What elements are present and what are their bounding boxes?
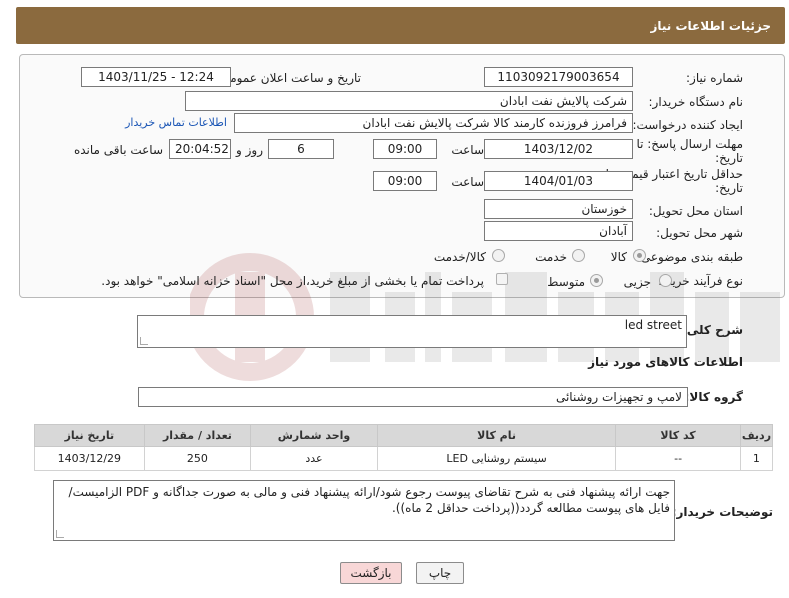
col-header-date: تاریخ نیاز [34,424,145,447]
price-validity-time-field[interactable]: 09:00 [373,171,437,191]
cell-code: -- [615,446,741,471]
purchase-radio-minor[interactable] [659,274,672,287]
goods-info-title: اطلاعات کالاهای مورد نیاز [588,355,743,369]
purchase-option-minor: جزیی [623,275,651,289]
page-title: جزئیات اطلاعات نیاز [650,19,771,33]
price-validity-label-date: تاریخ: [715,181,743,195]
treasury-payment-checkbox[interactable] [496,273,508,285]
category-radio-service[interactable] [572,249,585,262]
back-button[interactable]: بازگشت [340,562,402,584]
resize-grip-icon[interactable] [140,337,148,345]
table-row[interactable]: 1 -- سیستم روشنایی LED عدد 250 1403/12/2… [34,446,774,471]
delivery-city-field[interactable]: آبادان [484,221,633,241]
col-header-name: نام کالا [376,424,617,447]
goods-table: ردیف کد کالا نام کالا واحد شمارش تعداد /… [34,424,774,471]
treasury-payment-note: پرداخت تمام یا بخشی از مبلغ خرید،از محل … [101,274,484,288]
reply-time-label: ساعت [451,143,484,157]
col-header-row-num: ردیف [739,424,774,447]
delivery-city-label: شهر محل تحویل: [656,226,743,240]
reply-deadline-label: مهلت ارسال پاسخ: تا [636,137,743,151]
purchase-radio-medium[interactable] [590,274,603,287]
need-number-label: شماره نیاز: [686,71,743,85]
cell-name: سیستم روشنایی LED [376,446,617,471]
time-remaining-field[interactable]: 20:04:52 [169,139,231,159]
requester-field[interactable]: فرامرز فروزنده کارمند کالا شرکت پالایش ن… [234,113,633,133]
col-header-unit: واحد شمارش [250,424,378,447]
table-header-row: ردیف کد کالا نام کالا واحد شمارش تعداد /… [34,424,774,447]
requester-label: ایجاد کننده درخواست: [632,118,743,132]
buyer-notes-textarea[interactable]: جهت ارائه پیشنهاد فنی به شرح تقاضای پیوس… [53,480,675,541]
col-header-code: کد کالا [615,424,741,447]
print-button[interactable]: چاپ [416,562,464,584]
category-label: طبقه بندی موضوعی: [636,250,743,264]
category-option-service: خدمت [535,250,567,264]
category-radio-goods-service[interactable] [492,249,505,262]
buyer-org-field[interactable]: شرکت پالایش نفت ابادان [185,91,633,111]
buyer-contact-link[interactable]: اطلاعات تماس خریدار [125,116,227,129]
general-desc-text: led street [624,318,682,332]
buyer-notes-label: توضیحات خریدار: [671,505,773,519]
purchase-option-medium: متوسط [547,275,585,289]
page-header: جزئیات اطلاعات نیاز [16,7,785,44]
announce-datetime-field[interactable]: 1403/11/25 - 12:24 [81,67,231,87]
buyer-org-label: نام دستگاه خریدار: [648,95,744,109]
price-validity-time-label: ساعت [451,175,484,189]
delivery-province-label: استان محل تحویل: [648,204,743,218]
cell-row-num: 1 [739,446,774,471]
category-radio-goods[interactable] [633,249,646,262]
reply-date-field[interactable]: 1403/12/02 [484,139,633,159]
delivery-province-field[interactable]: خوزستان [484,199,633,219]
cell-date: 1403/12/29 [34,446,145,471]
resize-grip-icon[interactable] [56,530,64,538]
cell-qty: 250 [143,446,252,471]
reply-time-field[interactable]: 09:00 [373,139,437,159]
reply-deadline-label-date: تاریخ: [715,151,743,165]
need-number-field[interactable]: 1103092179003654 [484,67,633,87]
cell-unit: عدد [250,446,378,471]
general-desc-textarea[interactable]: led street [137,315,687,348]
price-validity-date-field[interactable]: 1404/01/03 [484,171,633,191]
announce-datetime-label: تاریخ و ساعت اعلان عمومی: [216,71,361,85]
days-label: روز و [236,143,263,157]
category-option-goods: کالا [610,250,627,264]
time-remaining-label: ساعت باقی مانده [73,143,163,157]
goods-group-label: گروه کالا: [684,390,743,404]
buyer-notes-text: جهت ارائه پیشنهاد فنی به شرح تقاضای پیوس… [68,485,670,515]
category-option-goods-service: کالا/خدمت [433,250,486,264]
days-remaining-field[interactable]: 6 [268,139,334,159]
goods-group-field[interactable]: لامپ و تجهیزات روشنائی [138,387,688,407]
col-header-qty: تعداد / مقدار [143,424,252,447]
